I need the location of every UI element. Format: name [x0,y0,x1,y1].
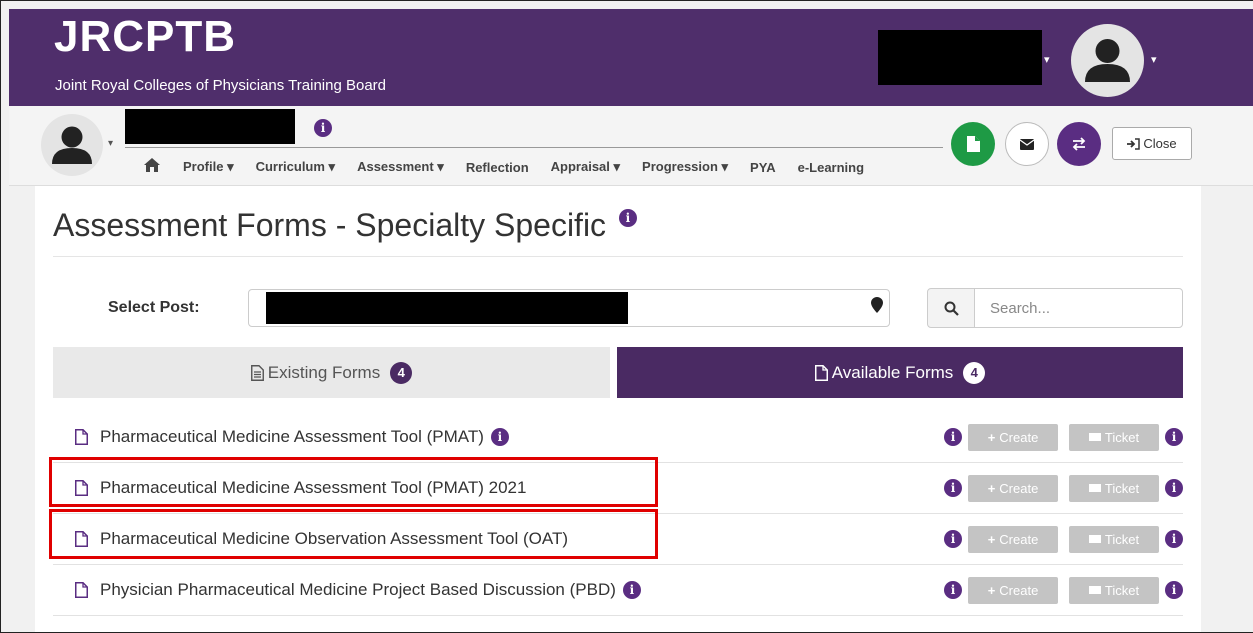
close-button[interactable]: Close [1112,127,1192,160]
tab-existing-label: Existing Forms [267,362,381,382]
trainee-info-icon[interactable]: i [314,119,332,137]
app-window: JRCPTB Joint Royal Colleges of Physician… [0,0,1253,633]
ticket-button[interactable]: Ticket [1069,525,1159,553]
file-icon [75,429,88,445]
form-info-icon[interactable]: i [490,428,509,446]
redacted-post-value [266,292,628,324]
document-icon [966,136,980,152]
nav-curriculum[interactable]: Curriculum ▾ [256,159,335,175]
nav-progression[interactable]: Progression ▾ [642,159,728,175]
ticket-icon [1088,586,1101,594]
form-name[interactable]: Physician Pharmaceutical Medicine Projec… [100,580,616,600]
map-marker-icon [871,297,883,313]
main-nav-menu: Profile ▾ Curriculum ▾ Assessment ▾ Refl… [144,157,886,177]
brand-subtitle: Joint Royal Colleges of Physicians Train… [55,77,387,94]
highlight-box-oat [49,509,658,559]
sign-in-icon [1127,137,1141,150]
select-post-label: Select Post: [108,299,200,316]
avatar-person-icon [1085,39,1130,82]
create-button[interactable]: + Create [968,474,1058,502]
nav-elearning[interactable]: e-Learning [798,160,864,175]
ticket-icon [1088,484,1101,492]
file-icon [814,364,828,381]
tab-available-label: Available Forms [831,362,954,382]
create-button[interactable]: + Create [968,525,1058,553]
trainee-menu-caret-icon[interactable]: ▾ [108,138,113,149]
trainee-avatar[interactable] [41,114,103,176]
list-item: Physician Pharmaceutical Medicine Projec… [53,565,1183,616]
ticket-button[interactable]: Ticket [1069,474,1159,502]
redacted-trainee-name [125,109,295,144]
trainee-person-icon [52,126,92,164]
avatar-menu-caret-icon[interactable]: ▾ [1151,53,1157,66]
home-icon[interactable] [144,158,160,176]
tab-available-forms[interactable]: Available Forms 4 [617,347,1183,398]
user-avatar[interactable] [1071,24,1144,97]
create-button[interactable]: + Create [968,576,1058,604]
ticket-info-icon[interactable]: i [1165,428,1183,446]
ticket-icon [1088,433,1101,441]
ticket-info-icon[interactable]: i [1165,530,1183,548]
nav-pya[interactable]: PYA [750,160,776,175]
page-title-text: Assessment Forms - Specialty Specific [53,207,607,243]
create-button[interactable]: + Create [968,423,1058,451]
ticket-button[interactable]: Ticket [1069,576,1159,604]
file-text-icon [250,364,264,381]
page-title-info-icon[interactable]: i [618,209,637,227]
nav-profile[interactable]: Profile ▾ [183,159,234,175]
tab-existing-forms[interactable]: Existing Forms 4 [53,347,610,398]
form-info-icon[interactable]: i [622,581,641,599]
create-info-icon[interactable]: i [944,479,962,497]
search-button[interactable] [927,288,975,328]
form-name[interactable]: Pharmaceutical Medicine Assessment Tool … [100,427,484,447]
switch-button[interactable] [1057,122,1101,166]
exchange-icon [1072,137,1086,151]
user-menu-caret-icon[interactable]: ▾ [1044,53,1050,66]
file-icon [75,582,88,598]
list-item: Pharmaceutical Medicine Assessment Tool … [53,412,1183,463]
nav-reflection[interactable]: Reflection [466,160,529,175]
nav-divider [125,147,943,148]
brand-logo-title[interactable]: JRCPTB [54,15,236,59]
available-count-badge: 4 [963,361,986,384]
document-button[interactable] [951,122,995,166]
highlight-box-pmat-2021 [49,457,658,507]
search-icon [944,301,959,316]
close-button-label: Close [1143,136,1177,151]
nav-assessment[interactable]: Assessment ▾ [357,159,444,175]
create-info-icon[interactable]: i [944,581,962,599]
messages-button[interactable] [1005,122,1049,166]
ticket-info-icon[interactable]: i [1165,479,1183,497]
create-info-icon[interactable]: i [944,530,962,548]
page-title: Assessment Forms - Specialty Specific i [53,207,637,244]
ticket-icon [1088,535,1101,543]
search-input[interactable] [974,288,1183,328]
redacted-user-name [878,30,1042,85]
existing-count-badge: 4 [390,361,413,384]
create-info-icon[interactable]: i [944,428,962,446]
ticket-button[interactable]: Ticket [1069,423,1159,451]
nav-appraisal[interactable]: Appraisal ▾ [551,159,620,175]
title-divider [53,256,1183,257]
envelope-icon [1020,138,1034,150]
ticket-info-icon[interactable]: i [1165,581,1183,599]
